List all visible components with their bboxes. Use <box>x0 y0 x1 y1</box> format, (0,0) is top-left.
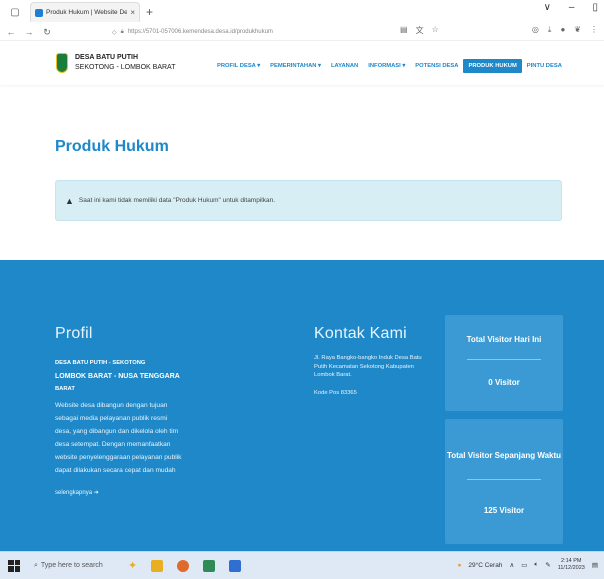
menu-icon[interactable]: ⋮ <box>590 25 598 35</box>
notifications-icon[interactable]: ▤ <box>592 561 598 569</box>
translate-icon[interactable]: 文 <box>416 25 424 36</box>
extension-icon-2[interactable]: ❦ <box>574 25 581 35</box>
footer-profil-name-line2: LOMBOK BARAT - NUSA TENGGARA <box>55 373 180 380</box>
footer-more-link[interactable]: selengkapnya ➜ <box>55 489 175 498</box>
visitor-today-value: 0 Visitor <box>488 378 520 387</box>
site-favicon-icon <box>35 8 43 17</box>
menu-layanan[interactable]: LAYANAN <box>326 59 363 73</box>
forward-icon[interactable]: → <box>22 27 36 37</box>
visitor-total-card: Total Visitor Sepanjang Waktu 125 Visito… <box>445 419 563 544</box>
windows-taskbar: ⌕ Type here to search ✦ ● 29°C Cerah ∧ ▭… <box>0 551 604 579</box>
file-explorer-icon[interactable] <box>151 559 164 572</box>
tab-title: Produk Hukum | Website Desa <box>46 9 128 16</box>
tray-chevron-icon[interactable]: ∧ <box>509 561 514 569</box>
browser-chrome: ▢ Produk Hukum | Website Desa × + ∨ – ▯ … <box>0 0 604 40</box>
shield-icon: ◇ <box>112 29 117 36</box>
download-icon[interactable]: ⤓ <box>548 25 552 35</box>
clock[interactable]: 2:14 PM 11/12/2023 <box>558 558 585 572</box>
page-title: Produk Hukum <box>55 138 169 155</box>
window-controls: ∨ – ▯ <box>544 2 598 13</box>
tab-actions-icon[interactable]: ▢ <box>6 4 24 20</box>
pocket-icon[interactable]: ◎ <box>532 25 539 35</box>
taskbar-apps: ✦ <box>128 559 242 572</box>
app-blue-icon[interactable] <box>229 559 242 572</box>
visitor-today-divider <box>467 359 541 360</box>
footer-profil-description: Website desa dibangun dengan tujuan seba… <box>55 402 182 474</box>
weather-icon: ● <box>457 561 462 569</box>
address-bar[interactable]: ◇ 🔒︎ https://5701-057006.kemendesa.desa.… <box>112 25 362 39</box>
reader-view-icon[interactable]: ▤ <box>400 25 408 36</box>
menu-profil-desa[interactable]: PROFIL DESA ▾ <box>212 59 265 73</box>
visitor-today-title: Total Visitor Hari Ini <box>466 335 542 344</box>
new-tab-button[interactable]: + <box>146 5 153 19</box>
system-tray: ● 29°C Cerah ∧ ▭ 🔈︎ ✎ 2:14 PM 11/12/2023… <box>457 558 598 572</box>
brand-subtitle: SEKOTONG - LOMBOK BARAT <box>75 64 176 71</box>
navigation-bar: ← → ↻ ◇ 🔒︎ https://5701-057006.kemendesa… <box>0 24 604 40</box>
reload-icon[interactable]: ↻ <box>40 27 54 38</box>
back-icon[interactable]: ← <box>4 27 18 37</box>
footer-kontak-heading: Kontak Kami <box>314 325 407 342</box>
taskbar-search-placeholder: Type here to search <box>40 562 103 569</box>
footer-kontak-address: Jl. Raya Bangko-bangko Induk Desa Batu P… <box>314 355 422 378</box>
close-tab-icon[interactable]: × <box>130 8 135 17</box>
brand-name[interactable]: DESA BATU PUTIH <box>75 54 138 61</box>
footer-profil-name-line1: DESA BATU PUTIH - SEKOTONG <box>55 360 146 366</box>
tab-list-dropdown-icon[interactable]: ∨ <box>544 2 551 13</box>
sparkle-icon[interactable]: ✦ <box>128 559 137 572</box>
clock-time: 2:14 PM <box>561 558 582 564</box>
menu-pemerintahan[interactable]: PEMERINTAHAN ▾ <box>265 59 326 73</box>
menu-informasi[interactable]: INFORMASI ▾ <box>363 59 410 73</box>
visitor-total-value: 125 Visitor <box>483 506 525 515</box>
weather-text[interactable]: 29°C Cerah <box>468 562 502 569</box>
clock-date: 11/12/2023 <box>557 565 585 571</box>
firefox-icon[interactable] <box>177 559 190 572</box>
footer-kontak-postal: Kode Pos 83365 <box>314 390 357 396</box>
footer-profil-heading: Profil <box>55 325 93 342</box>
address-bar-actions: ▤ 文 ☆ <box>400 25 439 36</box>
village-logo-icon[interactable] <box>56 53 68 73</box>
pen-icon[interactable]: ✎ <box>545 561 550 569</box>
bookmark-star-icon[interactable]: ☆ <box>432 25 439 36</box>
alert-message: Saat ini kami tidak memiliki data "Produ… <box>78 197 276 204</box>
visitor-total-title: Total Visitor Sepanjang Waktu <box>446 451 562 460</box>
search-icon: ⌕ <box>34 561 38 569</box>
taskbar-search[interactable]: ⌕ Type here to search <box>34 558 118 574</box>
lock-icon: 🔒︎ <box>120 28 124 35</box>
volume-icon[interactable]: 🔈︎ <box>534 561 538 569</box>
warning-icon: ▲ <box>65 195 74 206</box>
tab-strip: ▢ Produk Hukum | Website Desa × + ∨ – ▯ <box>0 0 604 24</box>
footer-profil-name-line3: BARAT <box>55 386 75 392</box>
restore-button[interactable]: ▯ <box>592 2 598 13</box>
site-header: DESA BATU PUTIH SEKOTONG - LOMBOK BARAT … <box>0 40 604 85</box>
menu-produk-hukum[interactable]: PRODUK HUKUM <box>463 59 522 73</box>
app-green-icon[interactable] <box>203 559 216 572</box>
browser-tab[interactable]: Produk Hukum | Website Desa × <box>30 2 140 22</box>
empty-data-alert: ▲ Saat ini kami tidak memiliki data "Pro… <box>55 180 562 221</box>
main-menu: PROFIL DESA ▾ PEMERINTAHAN ▾ LAYANAN INF… <box>212 59 567 73</box>
menu-potensi-desa[interactable]: POTENSI DESA <box>410 59 463 73</box>
extension-icon[interactable]: ● <box>560 25 565 35</box>
toolbar-icons: ◎ ⤓ ● ❦ ⋮ <box>532 25 598 35</box>
visitor-total-divider <box>467 479 541 480</box>
menu-pintu-desa[interactable]: PINTU DESA <box>522 59 567 73</box>
url-text: https://5701-057006.kemendesa.desa.id/pr… <box>127 29 273 35</box>
site-footer: Profil DESA BATU PUTIH - SEKOTONG LOMBOK… <box>0 260 604 551</box>
windows-start-icon[interactable] <box>8 559 20 572</box>
visitor-today-card: Total Visitor Hari Ini 0 Visitor <box>445 315 563 411</box>
minimize-button[interactable]: – <box>569 2 575 13</box>
network-icon[interactable]: ▭ <box>521 561 527 569</box>
